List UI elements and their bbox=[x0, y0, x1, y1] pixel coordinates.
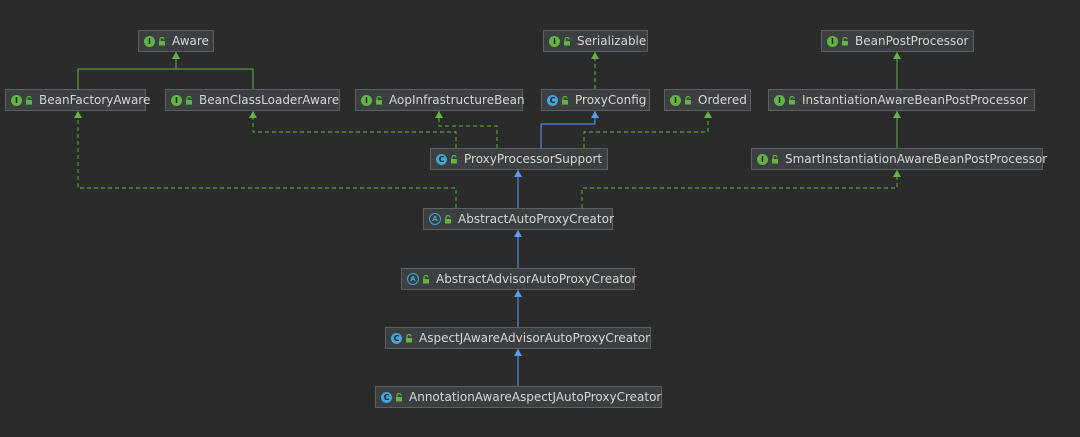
edge-smart-instantiation-aware-bean-post-processor-to-instantiation-aware-bean-post-processor bbox=[893, 111, 901, 148]
edge-proxy-processor-support-to-ordered bbox=[583, 111, 712, 148]
public-lock-icon bbox=[396, 392, 402, 401]
arrowhead bbox=[172, 52, 180, 59]
node-label: Ordered bbox=[698, 93, 747, 107]
node-label: AopInfrastructureBean bbox=[389, 93, 525, 107]
public-lock-icon bbox=[445, 214, 451, 223]
node-label: AbstractAdvisorAutoProxyCreator bbox=[436, 272, 637, 286]
interface-icon: I bbox=[361, 94, 372, 106]
node-label: AnnotationAwareAspectJAutoProxyCreator bbox=[409, 390, 662, 404]
public-lock-icon bbox=[26, 95, 32, 104]
interface-icon: I bbox=[774, 94, 785, 106]
edge-proxy-processor-support-to-proxy-config bbox=[540, 111, 599, 148]
interface-icon: I bbox=[757, 153, 768, 165]
public-lock-icon bbox=[186, 95, 192, 104]
arrowhead bbox=[893, 170, 901, 177]
edge-abstract-advisor-auto-proxy-creator-to-abstract-auto-proxy-creator bbox=[514, 230, 522, 268]
interface-icon: I bbox=[11, 94, 22, 106]
node-smart-instantiation-aware-bean-post-processor[interactable]: I SmartInstantiationAwareBeanPostProcesso… bbox=[751, 148, 1047, 170]
interface-icon: I bbox=[827, 35, 838, 47]
arrowhead bbox=[704, 111, 712, 118]
node-ordered[interactable]: I Ordered bbox=[664, 89, 751, 111]
edge-abstract-auto-proxy-creator-to-smart-instantiation-aware-bean-post-processor bbox=[581, 170, 901, 208]
node-abstract-auto-proxy-creator[interactable]: A AbstractAutoProxyCreator bbox=[423, 208, 614, 230]
arrowhead bbox=[249, 111, 257, 118]
node-label: BeanFactoryAware bbox=[39, 93, 151, 107]
class-icon: C bbox=[547, 94, 558, 106]
edge-abstract-auto-proxy-creator-to-proxy-processor-support bbox=[514, 170, 522, 208]
edge-annotation-aware-aspectj-auto-proxy-creator-to-aspectj-aware-advisor-auto-proxy-creator bbox=[514, 349, 522, 386]
node-label: InstantiationAwareBeanPostProcessor bbox=[802, 93, 1028, 107]
edge-proxy-processor-support-to-bean-class-loader-aware bbox=[249, 111, 457, 148]
arrowhead bbox=[514, 170, 522, 177]
node-label: BeanClassLoaderAware bbox=[199, 93, 340, 107]
node-label: Aware bbox=[172, 34, 209, 48]
public-lock-icon bbox=[423, 274, 429, 283]
public-lock-icon bbox=[376, 95, 382, 104]
edge-aspectj-aware-advisor-auto-proxy-creator-to-abstract-advisor-auto-proxy-creator bbox=[514, 290, 522, 327]
arrowhead bbox=[435, 111, 443, 118]
arrowhead bbox=[893, 111, 901, 118]
edge-instantiation-aware-bean-post-processor-to-bean-post-processor bbox=[893, 52, 901, 89]
node-abstract-advisor-auto-proxy-creator[interactable]: A AbstractAdvisorAutoProxyCreator bbox=[401, 268, 637, 290]
abstract-class-icon: A bbox=[407, 273, 419, 285]
public-lock-icon bbox=[564, 36, 570, 45]
class-hierarchy-diagram: I Aware I BeanFactoryAware I BeanClassLoaderA… bbox=[0, 0, 1080, 437]
node-proxy-processor-support[interactable]: C ProxyProcessorSupport bbox=[430, 148, 608, 170]
public-lock-icon bbox=[772, 154, 778, 163]
node-serializable[interactable]: I Serializable bbox=[543, 30, 648, 52]
node-bean-class-loader-aware[interactable]: I BeanClassLoaderAware bbox=[165, 89, 340, 111]
node-label: AbstractAutoProxyCreator bbox=[458, 212, 614, 226]
public-lock-icon bbox=[685, 95, 691, 104]
edge-bean-class-loader-aware-to-aware bbox=[172, 52, 254, 89]
node-bean-factory-aware[interactable]: I BeanFactoryAware bbox=[5, 89, 150, 111]
edge-proxy-processor-support-to-aop-infrastructure-bean bbox=[435, 111, 498, 148]
interface-icon: I bbox=[549, 35, 560, 47]
arrowhead bbox=[74, 111, 82, 118]
public-lock-icon bbox=[406, 333, 412, 342]
edge-bean-factory-aware-to-aware bbox=[77, 52, 180, 89]
node-aop-infrastructure-bean[interactable]: I AopInfrastructureBean bbox=[355, 89, 525, 111]
class-icon: C bbox=[436, 153, 447, 165]
arrowhead bbox=[514, 290, 522, 297]
node-aware[interactable]: I Aware bbox=[138, 30, 214, 52]
public-lock-icon bbox=[562, 95, 568, 104]
node-label: ProxyConfig bbox=[575, 93, 647, 107]
public-lock-icon bbox=[842, 36, 848, 45]
node-annotation-aware-aspectj-auto-proxy-creator[interactable]: C AnnotationAwareAspectJAutoProxyCreator bbox=[375, 386, 662, 408]
public-lock-icon bbox=[451, 154, 457, 163]
node-aspectj-aware-advisor-auto-proxy-creator[interactable]: C AspectJAwareAdvisorAutoProxyCreator bbox=[385, 327, 651, 349]
arrowhead bbox=[591, 111, 599, 118]
node-label: Serializable bbox=[577, 34, 647, 48]
abstract-class-icon: A bbox=[429, 213, 441, 225]
edge-abstract-auto-proxy-creator-to-bean-factory-aware bbox=[74, 111, 457, 208]
node-bean-post-processor[interactable]: I BeanPostProcessor bbox=[821, 30, 974, 52]
edge-proxy-config-to-serializable bbox=[591, 52, 599, 89]
arrowhead bbox=[893, 52, 901, 59]
arrowhead bbox=[514, 349, 522, 356]
node-label: SmartInstantiationAwareBeanPostProcessor bbox=[785, 152, 1048, 166]
arrowhead bbox=[514, 230, 522, 237]
node-label: ProxyProcessorSupport bbox=[464, 152, 603, 166]
public-lock-icon bbox=[789, 95, 795, 104]
node-label: BeanPostProcessor bbox=[855, 34, 969, 48]
arrowhead bbox=[591, 52, 599, 59]
node-proxy-config[interactable]: C ProxyConfig bbox=[541, 89, 650, 111]
class-icon: C bbox=[381, 391, 392, 403]
interface-icon: I bbox=[171, 94, 182, 106]
interface-icon: I bbox=[670, 94, 681, 106]
class-icon: C bbox=[391, 332, 402, 344]
interface-icon: I bbox=[144, 35, 155, 47]
node-instantiation-aware-bean-post-processor[interactable]: I InstantiationAwareBeanPostProcessor bbox=[768, 89, 1035, 111]
node-label: AspectJAwareAdvisorAutoProxyCreator bbox=[419, 331, 651, 345]
public-lock-icon bbox=[159, 36, 165, 45]
